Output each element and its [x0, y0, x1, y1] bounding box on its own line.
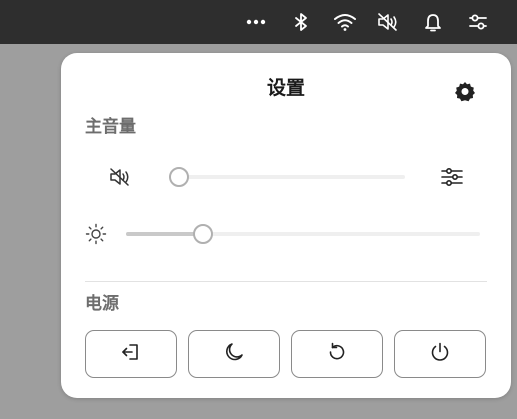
volume-slider-track [169, 175, 405, 179]
sliders-icon[interactable] [440, 166, 464, 188]
wifi-icon[interactable] [331, 8, 359, 36]
bluetooth-icon[interactable] [287, 8, 315, 36]
brightness-slider-fill [126, 232, 203, 236]
brightness-slider-thumb[interactable] [192, 224, 213, 244]
power-heading: 电源 [85, 294, 119, 314]
volume-slider-thumb[interactable] [169, 167, 189, 187]
volume-muted-icon[interactable] [108, 166, 132, 188]
panel-title: 设置 [266, 77, 305, 99]
volume-muted-icon[interactable] [374, 8, 402, 36]
volume-heading: 主音量 [85, 117, 136, 137]
more-icon[interactable] [242, 8, 270, 36]
logout-icon [120, 341, 142, 367]
quick-settings-panel: 设置 主音量 电源 [61, 53, 511, 398]
divider [85, 281, 487, 282]
restart-icon [326, 341, 348, 367]
settings-button[interactable] [451, 79, 479, 107]
volume-slider[interactable] [169, 167, 405, 187]
moon-icon [223, 341, 245, 367]
brightness-slider[interactable] [126, 224, 480, 244]
bell-icon[interactable] [419, 8, 447, 36]
logout-button[interactable] [85, 330, 177, 378]
control-center-icon[interactable] [464, 8, 492, 36]
shutdown-button[interactable] [394, 330, 486, 378]
sun-icon [85, 223, 107, 245]
gear-icon [454, 80, 476, 106]
top-bar [0, 0, 517, 44]
sleep-button[interactable] [188, 330, 280, 378]
power-icon [429, 341, 451, 367]
restart-button[interactable] [291, 330, 383, 378]
